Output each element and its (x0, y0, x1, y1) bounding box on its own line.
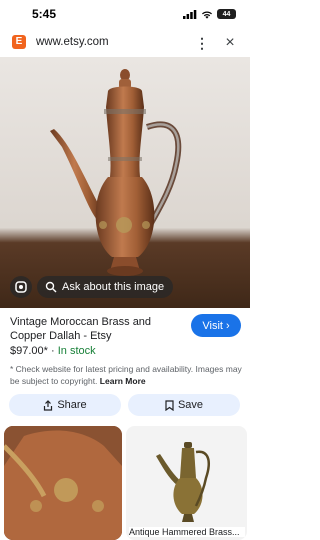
related-result-thumbnail[interactable] (4, 426, 122, 540)
ask-about-image-button[interactable]: Ask about this image (37, 276, 174, 298)
lens-icon (15, 281, 27, 293)
visit-label: Visit (202, 319, 223, 332)
related-result-thumbnail[interactable]: Antique Hammered Brass... (126, 426, 247, 540)
status-icons: 44 (183, 9, 236, 19)
share-button[interactable]: Share (9, 394, 121, 416)
save-label: Save (177, 399, 204, 411)
stock-status: In stock (57, 345, 96, 357)
visit-button[interactable]: Visit › (191, 314, 241, 337)
close-button[interactable]: × (220, 33, 240, 53)
lens-search-button[interactable] (10, 276, 32, 298)
share-label: Share (57, 399, 87, 411)
status-bar: 5:45 44 (0, 0, 250, 30)
separator: · (47, 345, 58, 357)
wifi-icon (202, 10, 212, 19)
share-icon (44, 399, 53, 411)
save-button[interactable]: Save (128, 394, 240, 416)
dallah-image (50, 69, 182, 276)
disclaimer: * Check website for latest pricing and a… (10, 363, 242, 387)
product-image[interactable]: Ask about this image (0, 57, 250, 308)
dallah-closeup-image (4, 426, 122, 540)
search-sparkle-icon (45, 281, 57, 293)
battery-icon: 44 (217, 9, 236, 19)
result-title[interactable]: Vintage Moroccan Brass and Copper Dallah… (10, 315, 185, 343)
bookmark-icon (165, 399, 174, 411)
learn-more-link[interactable]: Learn More (100, 376, 146, 386)
price: $97.00* (10, 345, 48, 357)
related-result-caption: Antique Hammered Brass... (129, 527, 245, 537)
etsy-favicon-icon: E (12, 35, 26, 49)
brass-ewer-image (126, 426, 247, 540)
price-row: $97.00* · In stock (10, 345, 96, 357)
url-text[interactable]: www.etsy.com (36, 36, 109, 48)
chevron-right-icon: › (225, 319, 230, 332)
url-bar: E www.etsy.com ⋮ × (0, 30, 250, 56)
status-time: 5:45 (32, 7, 57, 21)
ask-about-image-label: Ask about this image (62, 281, 165, 293)
more-menu-button[interactable]: ⋮ (194, 33, 210, 53)
signal-icon (183, 9, 197, 19)
